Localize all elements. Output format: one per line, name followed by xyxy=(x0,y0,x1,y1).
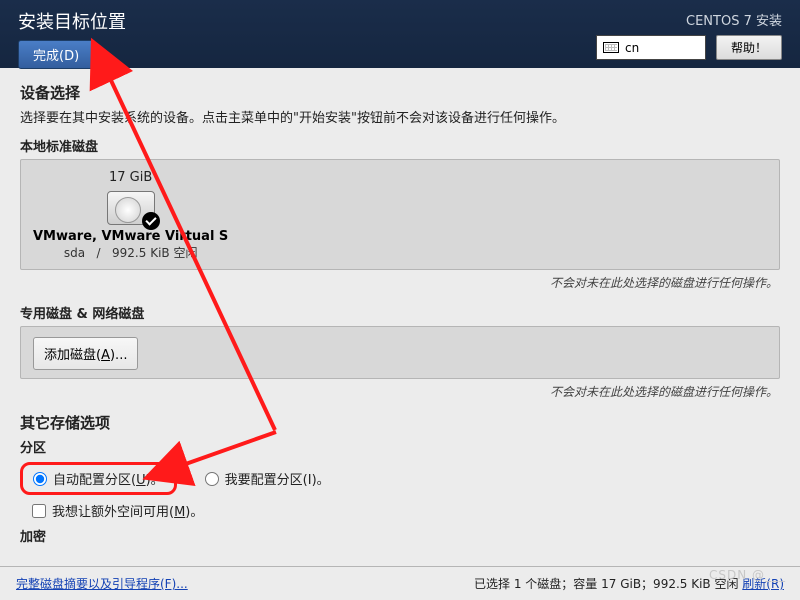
network-disks-head: 专用磁盘 & 网络磁盘 xyxy=(20,303,780,322)
content-area: 设备选择 选择要在其中安装系统的设备。点击主菜单中的"开始安装"按钮前不会对该设… xyxy=(0,68,800,545)
local-disks-head: 本地标准磁盘 xyxy=(20,136,780,155)
refresh-link[interactable]: 刷新(R) xyxy=(742,577,784,591)
disk-item[interactable]: 17 GiB VMware, VMware Virtual S sda / 99… xyxy=(33,170,228,261)
device-selection-head: 设备选择 xyxy=(20,82,780,103)
full-summary-link[interactable]: 完整磁盘摘要以及引导程序(F)... xyxy=(16,575,188,592)
hard-disk-icon xyxy=(107,191,155,225)
help-button[interactable]: 帮助！ xyxy=(716,35,782,60)
partition-head: 分区 xyxy=(20,437,780,456)
disk-subinfo: sda / 992.5 KiB 空闲 xyxy=(33,244,228,261)
keyboard-icon xyxy=(603,42,619,53)
keyboard-layout-label: cn xyxy=(625,41,639,55)
disk-name: VMware, VMware Virtual S xyxy=(33,229,228,244)
extra-space-checkbox[interactable]: 我想让额外空间可用(M)。 xyxy=(32,501,780,520)
local-disks-note: 不会对未在此处选择的磁盘进行任何操作。 xyxy=(20,274,778,291)
network-disks-panel: 添加磁盘(A)... xyxy=(20,326,780,379)
manual-partition-input[interactable] xyxy=(205,472,219,486)
add-disk-button[interactable]: 添加磁盘(A)... xyxy=(33,337,138,370)
disk-selected-check-icon xyxy=(142,212,160,230)
keyboard-layout-selector[interactable]: cn xyxy=(596,35,706,60)
device-selection-desc: 选择要在其中安装系统的设备。点击主菜单中的"开始安装"按钮前不会对该设备进行任何… xyxy=(20,107,780,126)
encrypt-head: 加密 xyxy=(20,526,780,545)
manual-partition-radio[interactable]: 我要配置分区(I)。 xyxy=(205,469,330,488)
disk-size: 17 GiB xyxy=(33,170,228,185)
auto-partition-input[interactable] xyxy=(33,472,47,486)
header-bar: 安装目标位置 完成(D) CENTOS 7 安装 cn 帮助！ xyxy=(0,0,800,68)
footer-status: 已选择 1 个磁盘；容量 17 GiB；992.5 KiB 空闲 刷新(R) xyxy=(474,575,784,592)
installer-subtitle: CENTOS 7 安装 xyxy=(596,10,782,29)
local-disks-panel: 17 GiB VMware, VMware Virtual S sda / 99… xyxy=(20,159,780,270)
extra-space-input[interactable] xyxy=(32,504,46,518)
auto-partition-radio[interactable]: 自动配置分区(U)。 xyxy=(20,462,177,495)
header-right: CENTOS 7 安装 cn 帮助！ xyxy=(596,10,782,60)
network-disks-note: 不会对未在此处选择的磁盘进行任何操作。 xyxy=(20,383,778,400)
footer-bar: 完整磁盘摘要以及引导程序(F)... 已选择 1 个磁盘；容量 17 GiB；9… xyxy=(0,566,800,600)
done-button[interactable]: 完成(D) xyxy=(18,40,94,69)
other-storage-head: 其它存储选项 xyxy=(20,412,780,433)
